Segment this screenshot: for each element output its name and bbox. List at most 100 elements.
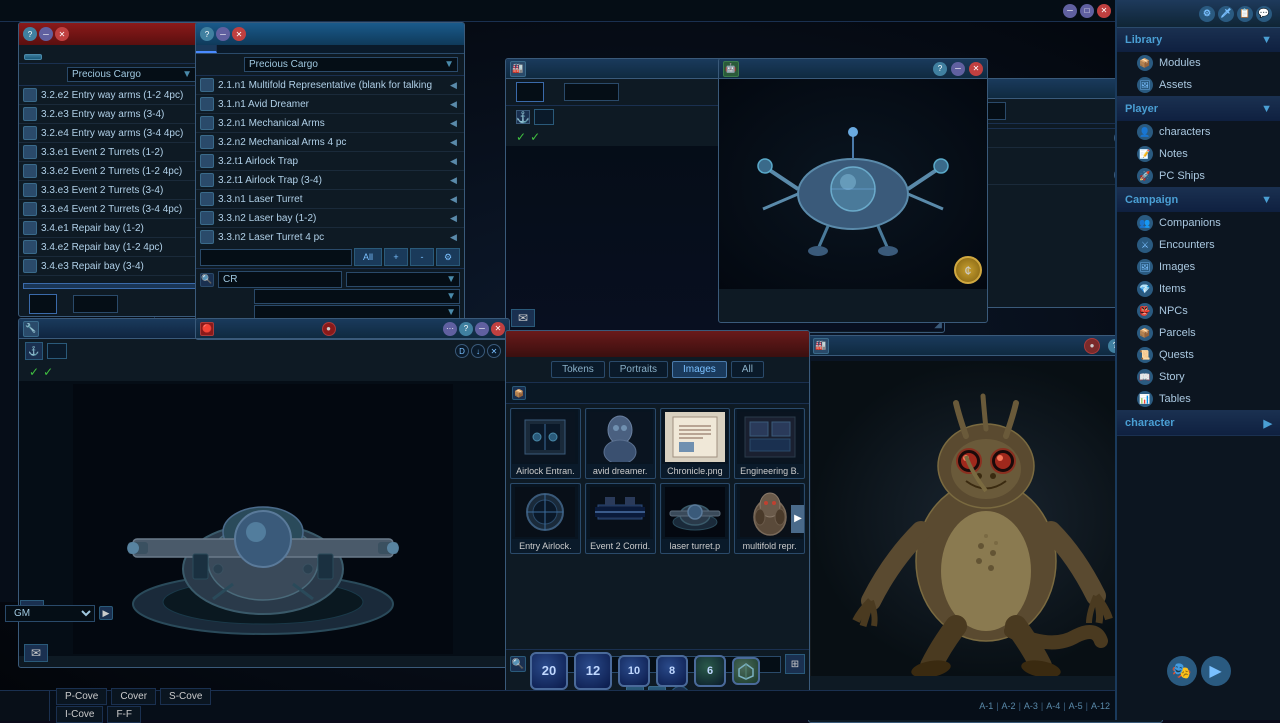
laser-npc-close-btn[interactable]: ✕ <box>491 322 505 336</box>
npcs-tab-ships[interactable] <box>196 45 217 53</box>
sidebar-item-assets[interactable]: 🖼 Assets <box>1117 74 1280 96</box>
gm-select[interactable]: GM <box>5 605 95 622</box>
npc-item-2[interactable]: 3.1.n1 Avid Dreamer ◀ <box>196 95 464 114</box>
coverage-tab-scove[interactable]: S-Cove <box>160 688 211 705</box>
npcs-cr-filter[interactable] <box>218 271 342 288</box>
encounter-item-5[interactable]: 3.3.e2 Event 2 Turrets (1-2 4pc) <box>19 162 202 181</box>
sidebar-item-notes[interactable]: 📝 Notes <box>1117 143 1280 165</box>
npcs-search-btn-all[interactable]: All <box>354 248 382 266</box>
repair-drone-close-btn[interactable]: ✕ <box>969 62 983 76</box>
encounter-item-9[interactable]: 3.4.e2 Repair bay (1-2 4pc) <box>19 238 202 257</box>
npcs-search-btn-minus[interactable]: - <box>410 248 434 266</box>
npcs-cr-select[interactable] <box>346 272 460 287</box>
encounter-item-10[interactable]: 3.4.e3 Repair bay (3-4) <box>19 257 202 276</box>
laser-action-down[interactable]: ↓ <box>471 344 485 358</box>
sidebar-item-tables[interactable]: 📊 Tables <box>1117 388 1280 410</box>
sidebar-bottom-icon-2[interactable]: ▶ <box>1201 656 1231 686</box>
npcs-help-btn[interactable]: ? <box>200 27 214 41</box>
asset-multifold[interactable]: ▶ multifold repr. <box>734 483 805 554</box>
npcs-search-btn-plus[interactable]: + <box>384 248 408 266</box>
sidebar-tool-icon-2[interactable]: 🗡 <box>1218 6 1234 22</box>
sidebar-item-characters[interactable]: 👤 characters <box>1117 121 1280 143</box>
npc-item-4[interactable]: 3.2.n2 Mechanical Arms 4 pc ◀ <box>196 133 464 152</box>
encounter-help-btn[interactable]: ? <box>23 27 37 41</box>
npc-item-8[interactable]: 3.3.n2 Laser bay (1-2) ◀ <box>196 209 464 228</box>
encounter-item-4[interactable]: 3.3.e1 Event 2 Turrets (1-2) <box>19 143 202 162</box>
assets-filter-all[interactable]: All <box>731 361 764 378</box>
minimize-button[interactable]: ─ <box>1063 4 1077 18</box>
asset-engineering[interactable]: Engineering B. <box>734 408 805 479</box>
encounter-close-btn[interactable]: ✕ <box>55 27 69 41</box>
assets-filter-tokens[interactable]: Tokens <box>551 361 605 378</box>
die-d6[interactable]: 6 <box>694 655 726 687</box>
assets-filter-images[interactable]: Images <box>672 361 727 378</box>
repair-bay-envelope[interactable]: ✉ <box>511 309 535 327</box>
asset-entry-airlock[interactable]: Entry Airlock. <box>510 483 581 554</box>
encounter-item-3[interactable]: 3.2.e4 Entry way arms (3-4 4pc) <box>19 124 202 143</box>
asset-laser-turret[interactable]: laser turret.p <box>660 483 731 554</box>
repair-drone-coin[interactable]: ¢ <box>954 256 982 284</box>
sidebar-item-story[interactable]: 📖 Story <box>1117 366 1280 388</box>
sidebar-character-header[interactable]: character ▶ <box>1117 411 1280 435</box>
npc-item-9[interactable]: 3.3.n2 Laser Turret 4 pc ◀ <box>196 228 464 246</box>
sidebar-campaign-header[interactable]: Campaign ▼ <box>1117 188 1280 212</box>
npc-item-6[interactable]: 3.2.t1 Airlock Trap (3-4) ◀ <box>196 171 464 190</box>
sidebar-library-header[interactable]: Library ▼ <box>1117 28 1280 52</box>
npc-item-7[interactable]: 3.3.n1 Laser Turret ◀ <box>196 190 464 209</box>
asset-event2[interactable]: Event 2 Corrid. <box>585 483 656 554</box>
npc-item-5[interactable]: 3.2.t1 Airlock Trap ◀ <box>196 152 464 171</box>
sidebar-item-items[interactable]: 💎 Items <box>1117 278 1280 300</box>
sidebar-item-images[interactable]: 🖼 Images <box>1117 256 1280 278</box>
coverage-tab-pcove[interactable]: P-Cove <box>56 688 107 705</box>
npcs-close-btn[interactable]: ✕ <box>232 27 246 41</box>
coverage-tab-cover[interactable]: Cover <box>111 688 156 705</box>
asset-airlock-entran[interactable]: Airlock Entran. <box>510 408 581 479</box>
asset-avid-dreamer[interactable]: avid dreamer. <box>585 408 656 479</box>
laser-action-x[interactable]: ✕ <box>487 344 501 358</box>
laser-npc-dots[interactable]: ··· <box>443 322 457 336</box>
close-app-button[interactable]: ✕ <box>1097 4 1111 18</box>
encounter-item-2[interactable]: 3.2.e3 Entry way arms (3-4) <box>19 105 202 124</box>
npcs-search-input[interactable] <box>200 249 352 266</box>
encounter-selected-item[interactable] <box>23 283 198 289</box>
sidebar-tool-icon-3[interactable]: 📋 <box>1237 6 1253 22</box>
sidebar-item-parcels[interactable]: 📦 Parcels <box>1117 322 1280 344</box>
sidebar-player-header[interactable]: Player ▼ <box>1117 97 1280 121</box>
sidebar-item-quests[interactable]: 📜 Quests <box>1117 344 1280 366</box>
asset-next-btn[interactable]: ▶ <box>791 505 805 533</box>
sidebar-item-pcships[interactable]: 🚀 PC Ships <box>1117 165 1280 187</box>
npc-item-3[interactable]: 3.2.n1 Mechanical Arms ◀ <box>196 114 464 133</box>
repair-drone-min-btn[interactable]: ─ <box>951 62 965 76</box>
encounter-group-select[interactable]: Precious Cargo <box>67 67 196 82</box>
npc-item-1[interactable]: 2.1.n1 Multifold Representative (blank f… <box>196 76 464 95</box>
sidebar-item-encounters[interactable]: ⚔ Encounters <box>1117 234 1280 256</box>
coverage-tab-icove[interactable]: I-Cove <box>56 706 103 723</box>
sidebar-item-companions[interactable]: 👥 Companions <box>1117 212 1280 234</box>
encounter-item-8[interactable]: 3.4.e1 Repair bay (1-2) <box>19 219 202 238</box>
die-d12[interactable]: 12 <box>574 652 612 690</box>
asset-chronicle[interactable]: Chronicle.png <box>660 408 731 479</box>
die-d10[interactable]: 10 <box>618 655 650 687</box>
coverage-tab-ff[interactable]: F-F <box>107 706 141 723</box>
assets-filter-portraits[interactable]: Portraits <box>609 361 668 378</box>
encounter-min-btn[interactable]: ─ <box>39 27 53 41</box>
laser-npc-help-btn[interactable]: ? <box>459 322 473 336</box>
sidebar-item-modules[interactable]: 📦 Modules <box>1117 52 1280 74</box>
encounter-item-6[interactable]: 3.3.e3 Event 2 Turrets (3-4) <box>19 181 202 200</box>
npcs-search-btn-gear[interactable]: ⚙ <box>436 248 460 266</box>
laser-action-d[interactable]: D <box>455 344 469 358</box>
laser-npc-min-btn[interactable]: ─ <box>475 322 489 336</box>
random-button[interactable] <box>24 54 42 60</box>
restore-button[interactable]: □ <box>1080 4 1094 18</box>
gm-btn[interactable]: ▶ <box>99 606 113 620</box>
npcs-record-select[interactable] <box>254 289 460 304</box>
sidebar-item-npcs[interactable]: 👺 NPCs <box>1117 300 1280 322</box>
die-d20[interactable]: 20 <box>530 652 568 690</box>
repair-drone-help-btn[interactable]: ? <box>933 62 947 76</box>
die-d8[interactable]: 8 <box>656 655 688 687</box>
sidebar-tool-icon-4[interactable]: 💬 <box>1256 6 1272 22</box>
encounter-item-7[interactable]: 3.3.e4 Event 2 Turrets (3-4 4pc) <box>19 200 202 219</box>
npcs-min-btn[interactable]: ─ <box>216 27 230 41</box>
encounter-item-1[interactable]: 3.2.e2 Entry way arms (1-2 4pc) <box>19 86 202 105</box>
npcs-group-select[interactable]: Precious Cargo <box>244 57 458 72</box>
